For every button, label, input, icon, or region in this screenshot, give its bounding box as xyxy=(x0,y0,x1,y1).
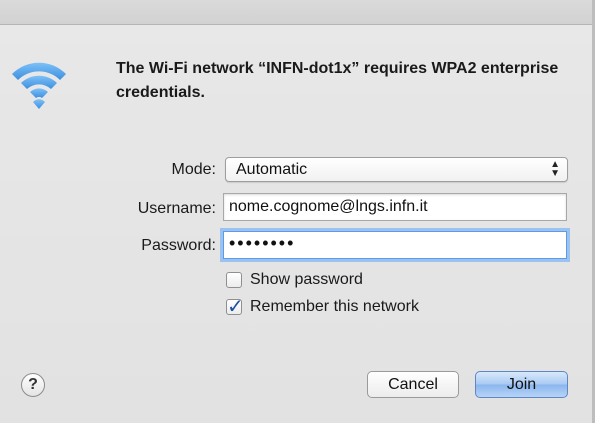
dialog-title: The Wi-Fi network “INFN-dot1x” requires … xyxy=(116,60,559,101)
cancel-button[interactable]: Cancel xyxy=(367,371,459,398)
show-password-label[interactable]: Show password xyxy=(250,271,363,289)
mode-label: Mode: xyxy=(171,161,216,178)
username-label: Username: xyxy=(137,200,216,217)
help-button[interactable]: ? xyxy=(21,373,45,397)
remember-network-checkbox[interactable]: ✓ xyxy=(226,296,244,318)
password-field[interactable]: •••••••• xyxy=(223,231,567,259)
username-value: nome.cognome@lngs.infn.it xyxy=(229,198,428,215)
show-password-checkbox[interactable] xyxy=(226,272,242,288)
checkmark-icon: ✓ xyxy=(227,296,244,318)
username-field[interactable]: nome.cognome@lngs.infn.it xyxy=(223,193,567,221)
wifi-icon xyxy=(12,62,66,109)
join-button[interactable]: Join xyxy=(475,371,568,398)
password-value: •••••••• xyxy=(229,233,296,253)
dialog-top-edge xyxy=(0,0,595,25)
remember-network-label[interactable]: Remember this network xyxy=(250,298,419,316)
updown-arrows-icon: ▲ ▼ xyxy=(550,159,560,179)
wifi-credentials-dialog: The Wi-Fi network “INFN-dot1x” requires … xyxy=(0,0,595,423)
password-label: Password: xyxy=(141,237,216,254)
mode-select[interactable]: Automatic ▲ ▼ xyxy=(225,157,568,182)
mode-select-value: Automatic xyxy=(236,161,308,178)
